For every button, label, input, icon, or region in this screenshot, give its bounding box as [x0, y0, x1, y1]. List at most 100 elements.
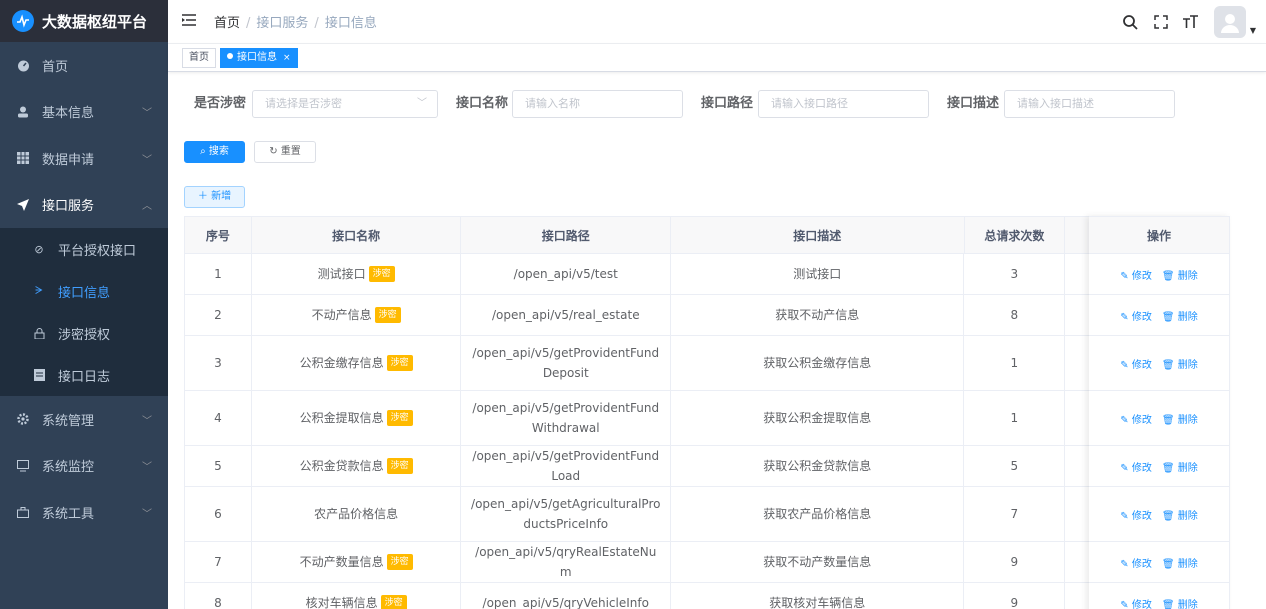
sidebar-item-system-monitor[interactable]: 系统监控 ﹀: [0, 443, 168, 490]
delete-label: 删除: [1177, 414, 1198, 426]
cell-count-text: 9: [1010, 596, 1019, 609]
path-placeholder: 请输入接口路径: [771, 97, 848, 110]
delete-button[interactable]: 🗑 删除: [1162, 596, 1198, 609]
operations-body: ✎ 修改 🗑 删除 ✎ 修改 🗑 删除 ✎ 修改 🗑 删除 ✎ 修改 🗑 删除 ✎ 修改 🗑 删除…: [1089, 254, 1230, 609]
path-input[interactable]: 请输入接口路径: [758, 90, 929, 118]
operations-cell: ✎ 修改 🗑 删除: [1089, 446, 1230, 487]
cell-path-text: /open_api/v5/getProvidentFundWithdrawal: [472, 401, 660, 435]
search-icon[interactable]: [1120, 11, 1142, 33]
edit-button[interactable]: ✎ 修改: [1120, 356, 1152, 371]
secret-badge: 涉密: [368, 266, 395, 282]
edit-button[interactable]: ✎ 修改: [1120, 308, 1152, 323]
sidebar-item-home[interactable]: 首页: [0, 42, 168, 89]
send-icon: [16, 198, 30, 212]
cell-spacer: [1065, 295, 1088, 335]
sidebar-item-data-apply[interactable]: 数据申请 ﹀: [0, 135, 168, 182]
hamburger-icon[interactable]: [182, 13, 196, 30]
delete-label: 删除: [1177, 270, 1198, 282]
search-form: 是否涉密 请选择是否涉密 ﹀ 接口名称 请输入名称 接口路径 请输入接口路径 接…: [168, 90, 1266, 118]
cell-count: 1: [964, 336, 1066, 390]
table-row: 8 核对车辆信息 涉密/open_api/v5/qryVehicleInfo 获取核对…: [184, 583, 1229, 609]
dashboard-icon: [16, 58, 30, 72]
app-logo[interactable]: 大数据枢纽平台: [0, 0, 168, 42]
delete-label: 删除: [1177, 311, 1198, 323]
sidebar-item-basic-info[interactable]: 基本信息 ﹀: [0, 89, 168, 136]
cell-spacer: [1065, 487, 1088, 541]
close-icon[interactable]: ×: [283, 53, 291, 63]
header-operations: 操作: [1089, 216, 1230, 254]
edit-button[interactable]: ✎ 修改: [1120, 459, 1152, 474]
cell-path: /open_api/v5/getProvidentFundLoad: [461, 446, 672, 486]
cell-no: 5: [185, 446, 252, 486]
delete-button[interactable]: 🗑 删除: [1162, 555, 1198, 570]
path-label: 接口路径: [701, 96, 754, 111]
secret-label: 是否涉密: [194, 96, 247, 111]
caret-down-icon[interactable]: ▼: [1250, 26, 1256, 35]
chevron-down-icon: ﹀: [142, 154, 152, 166]
delete-button[interactable]: 🗑 删除: [1162, 267, 1198, 282]
edit-icon: ✎: [1120, 270, 1132, 282]
edit-button[interactable]: ✎ 修改: [1120, 596, 1152, 609]
sidebar-item-system-manage[interactable]: 系统管理 ﹀: [0, 396, 168, 443]
desc-input[interactable]: 请输入接口描述: [1004, 90, 1175, 118]
edit-button[interactable]: ✎ 修改: [1120, 411, 1152, 426]
edit-icon: ✎: [1120, 462, 1132, 474]
edit-icon: ✎: [1120, 599, 1132, 609]
cell-count-text: 7: [1010, 507, 1019, 521]
edit-button[interactable]: ✎ 修改: [1120, 267, 1152, 282]
name-input[interactable]: 请输入名称: [512, 90, 683, 118]
top-navbar: 首页 / 接口服务 / 接口信息 ▼: [168, 0, 1266, 44]
add-button[interactable]: ＋ 新增: [184, 186, 245, 208]
delete-button[interactable]: 🗑 删除: [1162, 459, 1198, 474]
trash-icon: 🗑: [1161, 311, 1178, 323]
reset-button[interactable]: ↻ 重置: [254, 141, 316, 163]
delete-button[interactable]: 🗑 删除: [1162, 356, 1198, 371]
delete-button[interactable]: 🗑 删除: [1162, 308, 1198, 323]
breadcrumb-home[interactable]: 首页: [214, 16, 240, 31]
sidebar-item-api-log[interactable]: 接口日志: [0, 354, 168, 396]
edit-label: 修改: [1131, 510, 1152, 522]
table-row: 6 农产品价格信息/open_api/v5/getAgriculturalProd…: [184, 487, 1229, 542]
tag-api-info[interactable]: 接口信息 ×: [220, 47, 298, 68]
sidebar-item-label: 涉密授权: [58, 327, 111, 343]
chevron-down-icon: ﹀: [417, 98, 427, 109]
sidebar-item-api-info[interactable]: ᗒ 接口信息: [0, 270, 168, 312]
cell-no: 7: [185, 542, 252, 582]
edit-button[interactable]: ✎ 修改: [1120, 507, 1152, 522]
edit-icon: ✎: [1120, 558, 1132, 570]
cell-spacer: [1065, 446, 1088, 486]
cell-name-text: 公积金提取信息: [299, 411, 384, 425]
sidebar-item-secret-auth[interactable]: 涉密授权: [0, 312, 168, 354]
cell-name-text: 测试接口: [317, 267, 366, 281]
breadcrumb-level2: 接口信息: [324, 16, 377, 31]
cell-spacer: [1065, 336, 1088, 390]
search-button[interactable]: ⌕ 搜索: [184, 141, 245, 163]
delete-button[interactable]: 🗑 删除: [1162, 507, 1198, 522]
table-row: 4 公积金提取信息 涉密/open_api/v5/getProvidentFundW…: [184, 391, 1229, 446]
table-body: 1 测试接口 涉密/open_api/v5/test 测试接口 3 2 不动产信息 涉密/op…: [184, 254, 1229, 609]
table-row: 1 测试接口 涉密/open_api/v5/test 测试接口 3: [184, 254, 1229, 295]
breadcrumb-level1: 接口服务: [256, 16, 309, 31]
cell-path-text: /open_api/v5/test: [513, 267, 618, 281]
sidebar-item-label: 系统监控: [42, 460, 95, 476]
sidebar-item-system-tools[interactable]: 系统工具 ﹀: [0, 489, 168, 536]
secret-select[interactable]: 请选择是否涉密 ﹀: [252, 90, 438, 118]
cell-count: 7: [964, 487, 1066, 541]
cell-no: 2: [185, 295, 252, 335]
avatar[interactable]: [1213, 6, 1246, 38]
cell-no: 1: [185, 254, 252, 294]
font-size-icon[interactable]: [1180, 11, 1202, 33]
cell-name: 核对车辆信息 涉密: [252, 583, 462, 609]
sidebar-item-label: 接口信息: [58, 285, 111, 301]
sidebar-item-label: 首页: [42, 59, 69, 75]
tag-home[interactable]: 首页: [182, 47, 216, 68]
cell-desc: 获取公积金提取信息: [671, 391, 965, 445]
cell-path: /open_api/v5/getProvidentFundDeposit: [461, 336, 672, 390]
sidebar-item-api-service[interactable]: 接口服务 ︿: [0, 182, 168, 229]
cell-name-text: 核对车辆信息: [305, 596, 378, 609]
fullscreen-icon[interactable]: [1150, 11, 1172, 33]
user-icon: [16, 105, 30, 119]
edit-button[interactable]: ✎ 修改: [1120, 555, 1152, 570]
delete-button[interactable]: 🗑 删除: [1162, 411, 1198, 426]
sidebar-item-platform-auth-api[interactable]: ⊘ 平台授权接口: [0, 228, 168, 270]
